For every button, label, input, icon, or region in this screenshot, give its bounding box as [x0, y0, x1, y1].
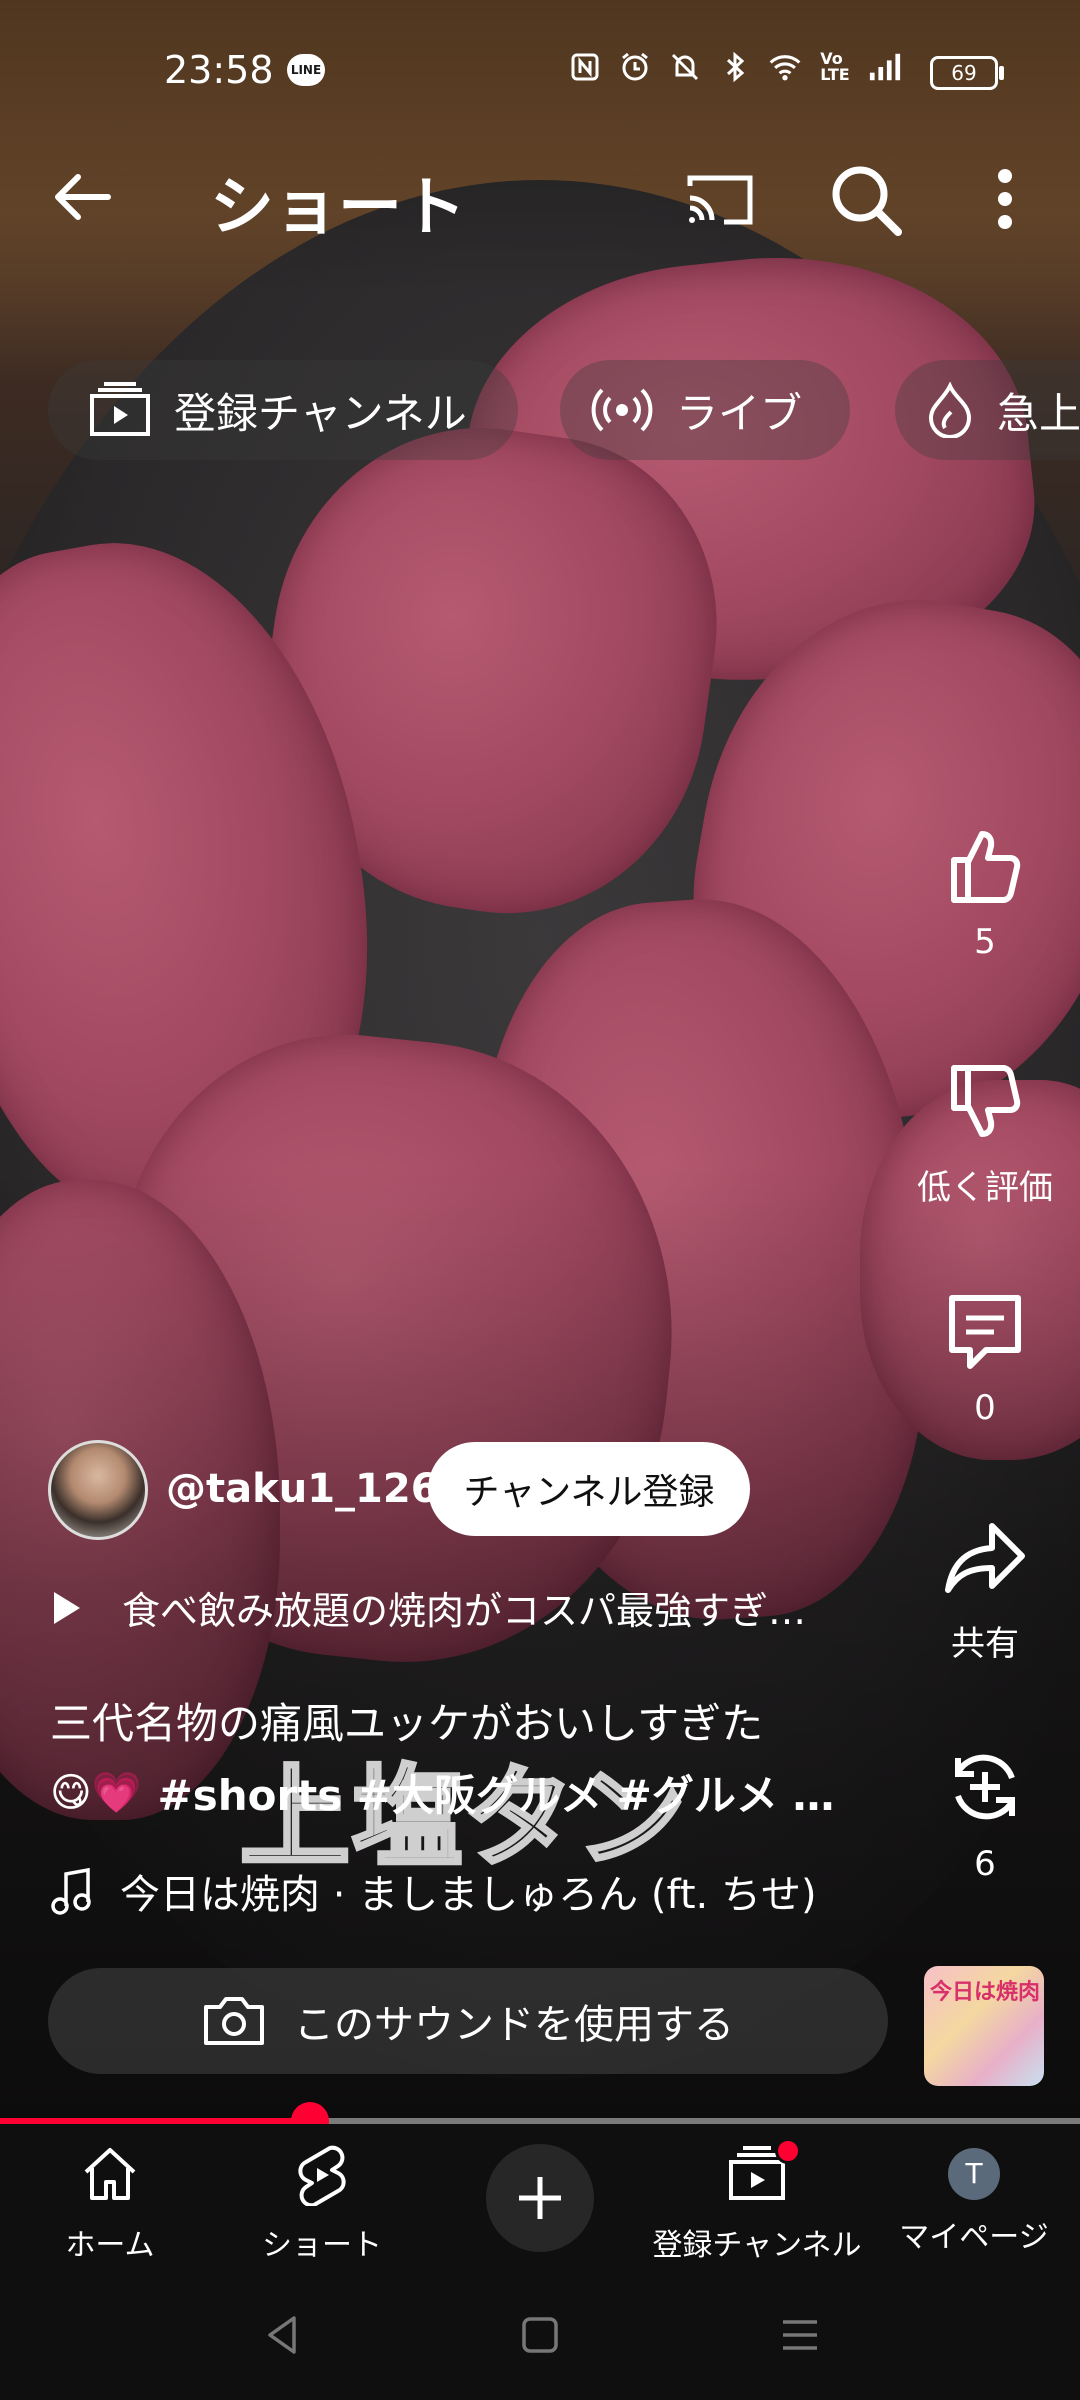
system-back-button[interactable] — [258, 2310, 308, 2360]
subscriptions-icon — [90, 382, 150, 436]
wifi-icon — [768, 50, 802, 84]
volte-icon: Vo LTE — [820, 49, 850, 84]
back-arrow-icon — [55, 174, 111, 220]
channel-avatar[interactable] — [48, 1440, 148, 1540]
comment-icon — [949, 1295, 1021, 1369]
share-button[interactable]: 共有 — [900, 1514, 1070, 1665]
chip-label: ライブ — [676, 388, 803, 438]
related-video-link[interactable]: 食べ飲み放題の焼肉がコスパ最強すぎ… — [52, 1580, 872, 1635]
recents-icon — [783, 2320, 817, 2350]
nav-shorts-label: ショート — [262, 2228, 382, 2263]
filter-chips: 登録チャンネル ライブ 急上 — [0, 360, 1080, 460]
notification-dot — [775, 2138, 801, 2164]
more-options-button[interactable] — [970, 154, 1040, 244]
chip-trending[interactable]: 急上 — [895, 360, 1080, 460]
nav-you[interactable]: T マイページ — [894, 2142, 1054, 2256]
alarm-icon — [618, 50, 652, 84]
signal-icon — [868, 50, 902, 84]
thumbs-down-icon — [951, 1065, 1021, 1137]
hashtags: #shorts #大阪グルメ #グルメ … — [157, 1771, 835, 1820]
play-icon — [54, 1591, 80, 1624]
related-video-title: 食べ飲み放題の焼肉がコスパ最強すぎ… — [122, 1589, 807, 1633]
status-icons: Vo LTE — [568, 50, 902, 84]
battery-indicator: 69 — [930, 56, 1004, 90]
subscribe-button[interactable]: チャンネル登録 — [428, 1442, 750, 1536]
sound-thumb-text: 今日は焼肉 — [930, 1980, 1041, 2005]
chip-live[interactable]: ライブ — [560, 360, 850, 460]
chip-label: 登録チャンネル — [174, 388, 467, 438]
music-track-title: 今日は焼肉 · ましましゅろん (ft. ちせ) — [120, 1872, 817, 1918]
nav-subscriptions[interactable]: 登録チャンネル — [650, 2138, 864, 2264]
live-icon — [591, 388, 653, 432]
nav-shorts[interactable]: ショート — [252, 2142, 392, 2264]
user-avatar: T — [948, 2148, 1000, 2200]
share-icon — [945, 1523, 1025, 1593]
use-sound-button[interactable]: このサウンドを使用する — [48, 1968, 888, 2074]
dislike-label: 低く評価 — [917, 1168, 1053, 1208]
system-home-button[interactable] — [515, 2310, 565, 2360]
system-navigation-bar — [0, 2264, 1080, 2400]
comment-count: 0 — [974, 1388, 996, 1428]
more-vert-icon — [998, 169, 1012, 229]
remix-icon — [955, 1754, 1015, 1820]
like-button[interactable]: 5 — [900, 820, 1070, 962]
video-description-tags[interactable]: 😋💗 #shorts #大阪グルメ #グルメ … — [50, 1762, 890, 1823]
search-icon — [832, 166, 902, 236]
video-description[interactable]: 三代名物の痛風ユッケがおいしすぎた — [50, 1690, 890, 1751]
system-recents-button[interactable] — [775, 2310, 825, 2360]
nav-subscriptions-label: 登録チャンネル — [652, 2228, 862, 2263]
page-title: ショート — [210, 171, 466, 245]
nav-you-label: マイページ — [899, 2220, 1049, 2255]
share-label: 共有 — [951, 1624, 1019, 1664]
music-note-icon — [51, 1867, 91, 1915]
square-home-icon — [522, 2317, 558, 2353]
nav-home-label: ホーム — [65, 2228, 155, 2263]
camera-icon — [204, 1997, 264, 2045]
music-track-link[interactable]: 今日は焼肉 · ましましゅろん (ft. ちせ) — [50, 1862, 817, 1920]
description-emoji: 😋💗 — [50, 1770, 142, 1816]
triangle-back-icon — [268, 2316, 296, 2354]
cast-icon — [687, 175, 753, 225]
back-button[interactable] — [48, 162, 118, 232]
chip-subscriptions[interactable]: 登録チャンネル — [48, 360, 518, 460]
home-icon — [84, 2148, 136, 2200]
top-app-bar: ショート — [0, 140, 1080, 250]
use-sound-label: このサウンドを使用する — [294, 2002, 734, 2048]
shorts-screen: 上塩タン 23:58 LINE Vo LTE 69 ショート 登録チャンネル ラ… — [0, 0, 1080, 2400]
dislike-button[interactable]: 低く評価 — [900, 1058, 1070, 1209]
chip-label: 急上 — [997, 388, 1080, 438]
remix-count: 6 — [974, 1844, 996, 1884]
thumbs-up-icon — [951, 831, 1021, 903]
remix-button[interactable]: 6 — [900, 1742, 1070, 1884]
comments-button[interactable]: 0 — [900, 1286, 1070, 1428]
nav-home[interactable]: ホーム — [40, 2142, 180, 2264]
bluetooth-icon — [718, 50, 752, 84]
like-count: 5 — [974, 922, 996, 962]
status-time: 23:58 — [164, 48, 274, 92]
create-button[interactable] — [486, 2144, 594, 2252]
nfc-icon — [568, 50, 602, 84]
plus-icon — [519, 2177, 561, 2219]
trending-icon — [928, 382, 972, 438]
status-bar: 23:58 LINE Vo LTE 69 — [0, 0, 1080, 140]
search-button[interactable] — [820, 154, 910, 244]
line-icon: LINE — [287, 54, 325, 86]
sound-thumbnail[interactable]: 今日は焼肉 — [924, 1966, 1044, 2086]
bottom-navigation: ホーム ショート 登録チャンネル T マイページ — [0, 2124, 1080, 2264]
mute-icon — [668, 50, 702, 84]
shorts-icon — [298, 2145, 346, 2208]
channel-handle[interactable]: @taku1_126 — [166, 1466, 439, 1512]
cast-button[interactable] — [680, 160, 760, 240]
